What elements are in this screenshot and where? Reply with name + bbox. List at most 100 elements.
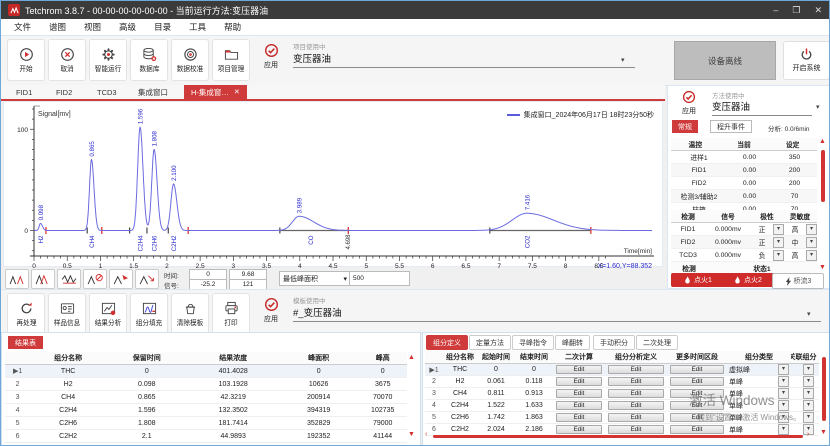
min-peak-area-select[interactable]: 最低峰面积 ▾ xyxy=(279,271,351,286)
apply-project-button[interactable]: 应用 xyxy=(254,43,288,70)
ignite2-button[interactable]: 点火2 xyxy=(721,273,775,287)
minimize-button[interactable]: – xyxy=(773,5,778,16)
type-dropdown-icon[interactable]: ▾ xyxy=(778,412,789,423)
method-selector[interactable]: 变压器油 xyxy=(712,99,812,116)
database-button[interactable]: 数据库 xyxy=(130,39,168,81)
menu-item[interactable]: 高级 xyxy=(110,21,145,33)
linked-component-dropdown-icon[interactable]: ▾ xyxy=(803,364,814,375)
scroll-left-icon[interactable]: ‹ xyxy=(425,431,427,438)
type-dropdown-icon[interactable]: ▾ xyxy=(778,364,789,375)
result-row[interactable]: 4 C2H4 1.596 132.3502 394319 102735 xyxy=(5,404,407,417)
smart-run-button[interactable]: 智能运行 xyxy=(89,39,127,81)
tab-integration-window[interactable]: 集成窗口 xyxy=(131,85,175,99)
baseline-valley-button[interactable] xyxy=(57,269,81,289)
method-selector-arrow-icon[interactable]: ▾ xyxy=(816,103,820,111)
start-button[interactable]: 开始 xyxy=(7,39,45,81)
clear-template-button[interactable]: 清除模板 xyxy=(171,293,209,335)
min-peak-area-value-field[interactable]: 500 xyxy=(349,271,410,286)
scroll-right-icon[interactable]: › xyxy=(807,431,809,438)
linked-component-dropdown-icon[interactable]: ▾ xyxy=(803,388,814,399)
definition-hscrollbar[interactable] xyxy=(433,435,803,438)
type-dropdown-icon[interactable]: ▾ xyxy=(778,388,789,399)
results-tab[interactable]: 结果表 xyxy=(8,336,43,349)
ignite1-button[interactable]: 点火1 xyxy=(671,273,725,287)
edit-secondary-calc-button[interactable]: Edit xyxy=(556,389,603,398)
menu-item[interactable]: 视图 xyxy=(75,21,110,33)
calibration-button[interactable]: 数据校准 xyxy=(171,39,209,81)
apply-method-button[interactable]: 应用 xyxy=(672,90,706,116)
tab-regular[interactable]: 常规 xyxy=(672,120,698,133)
chromatogram-plot[interactable]: 100000.511.522.533.544.555.566.577.588.5… xyxy=(4,102,662,272)
sensitivity-dropdown-icon[interactable]: ▾ xyxy=(806,224,817,235)
edit-time-ranges-button[interactable]: Edit xyxy=(670,413,724,422)
sample-info-button[interactable]: 样品信息 xyxy=(48,293,86,335)
result-row[interactable]: 6 C2H2 2.1 44.9893 192352 41144 xyxy=(5,430,407,443)
chromatogram-panel[interactable]: 100000.511.522.533.544.555.566.577.588.5… xyxy=(3,101,663,267)
edit-analysis-definition-button[interactable]: Edit xyxy=(608,389,664,398)
tab-manual-integration[interactable]: 手动积分 xyxy=(593,335,635,350)
tab-fid1[interactable]: FID1 xyxy=(9,85,39,99)
tab-secondary-processing[interactable]: 二次处理 xyxy=(636,335,678,350)
edit-analysis-definition-button[interactable]: Edit xyxy=(608,401,664,410)
polarity-dropdown-icon[interactable]: ▾ xyxy=(773,250,784,261)
tab-temp-program[interactable]: 程升事件 xyxy=(710,120,752,133)
menu-item[interactable]: 谱图 xyxy=(40,21,75,33)
peak-delete-button[interactable] xyxy=(83,269,107,289)
reprocess-button[interactable]: 再处理 xyxy=(7,293,45,335)
linked-component-dropdown-icon[interactable]: ▾ xyxy=(803,412,814,423)
linked-component-dropdown-icon[interactable]: ▾ xyxy=(803,376,814,387)
scroll-up-icon[interactable]: ▲ xyxy=(819,138,826,145)
tab-tcd3[interactable]: TCD3 xyxy=(90,85,124,99)
scroll-down-icon[interactable]: ▼ xyxy=(408,431,415,438)
edit-time-ranges-button[interactable]: Edit xyxy=(670,365,724,374)
type-dropdown-icon[interactable]: ▾ xyxy=(778,400,789,411)
scroll-up-icon[interactable]: ▲ xyxy=(408,354,415,361)
result-analysis-button[interactable]: 结果分析 xyxy=(89,293,127,335)
detector-row[interactable]: FID1 0.000mv 正 ▾ 高 ▾ xyxy=(671,223,817,236)
edit-analysis-definition-button[interactable]: Edit xyxy=(608,365,664,374)
edit-time-ranges-button[interactable]: Edit xyxy=(670,401,724,410)
tab-peak-search[interactable]: 寻峰指令 xyxy=(512,335,554,350)
method-scrollbar[interactable] xyxy=(821,150,825,202)
scroll-down-icon[interactable]: ▼ xyxy=(819,264,826,271)
result-row[interactable]: 3 CH4 0.865 42.3219 200914 70070 xyxy=(5,391,407,404)
edit-time-ranges-button[interactable]: Edit xyxy=(670,389,724,398)
print-button[interactable]: 打印 xyxy=(212,293,250,335)
cancel-button[interactable]: 取消 xyxy=(48,39,86,81)
edit-time-ranges-button[interactable]: Edit xyxy=(670,377,724,386)
apply-template-button[interactable]: 应用 xyxy=(254,297,288,324)
peak-end-mark-button[interactable] xyxy=(135,269,159,289)
polarity-dropdown-icon[interactable]: ▾ xyxy=(773,237,784,248)
type-dropdown-icon[interactable]: ▾ xyxy=(778,376,789,387)
project-selector-arrow-icon[interactable]: ▾ xyxy=(621,56,625,64)
detector-row[interactable]: FID2 0.000mv 正 ▾ 中 ▾ xyxy=(671,236,817,249)
menu-item[interactable]: 帮助 xyxy=(215,21,250,33)
edit-secondary-calc-button[interactable]: Edit xyxy=(556,413,603,422)
device-offline-button[interactable]: 设备离线 xyxy=(674,41,776,80)
definition-row[interactable]: 2 H2 0.061 0.118 Edit Edit Edit 单峰▾ ▾ xyxy=(425,376,819,388)
template-selector[interactable]: #_变压器油 xyxy=(293,305,821,322)
template-selector-arrow-icon[interactable]: ▾ xyxy=(807,310,811,318)
edit-analysis-definition-button[interactable]: Edit xyxy=(608,377,664,386)
result-row[interactable]: 5 C2H6 1.808 181.7414 352829 79000 xyxy=(5,417,407,430)
edit-time-ranges-button[interactable]: Edit xyxy=(670,425,724,434)
tab-fid2[interactable]: FID2 xyxy=(49,85,79,99)
tab-quantify-method[interactable]: 定量方法 xyxy=(469,335,511,350)
detector-row[interactable]: TCD3 0.000mv 负 ▾ 高 ▾ xyxy=(671,249,817,262)
edit-analysis-definition-button[interactable]: Edit xyxy=(608,425,664,434)
temperature-row[interactable]: 检测3/辅助2 0.00 70 xyxy=(671,190,817,203)
peak-merge-button[interactable] xyxy=(31,269,55,289)
project-selector[interactable]: 变压器油 xyxy=(293,51,635,68)
polarity-dropdown-icon[interactable]: ▾ xyxy=(773,224,784,235)
peak-split-button[interactable] xyxy=(5,269,29,289)
close-button[interactable]: ✕ xyxy=(814,5,822,16)
tab-h-integration-active[interactable]: H-集成窗… ✕ xyxy=(184,85,247,99)
definition-vscrollbar[interactable] xyxy=(822,357,826,421)
linked-component-dropdown-icon[interactable]: ▾ xyxy=(803,400,814,411)
sensitivity-dropdown-icon[interactable]: ▾ xyxy=(806,250,817,261)
definition-row[interactable]: ▶1 THC 0 0 Edit Edit Edit 虚拟峰▾ ▾ xyxy=(425,364,819,376)
temperature-row[interactable]: FID1 0.00 200 xyxy=(671,164,817,177)
edit-secondary-calc-button[interactable]: Edit xyxy=(556,377,603,386)
type-dropdown-icon[interactable]: ▾ xyxy=(778,424,789,435)
menu-item[interactable]: 目录 xyxy=(145,21,180,33)
